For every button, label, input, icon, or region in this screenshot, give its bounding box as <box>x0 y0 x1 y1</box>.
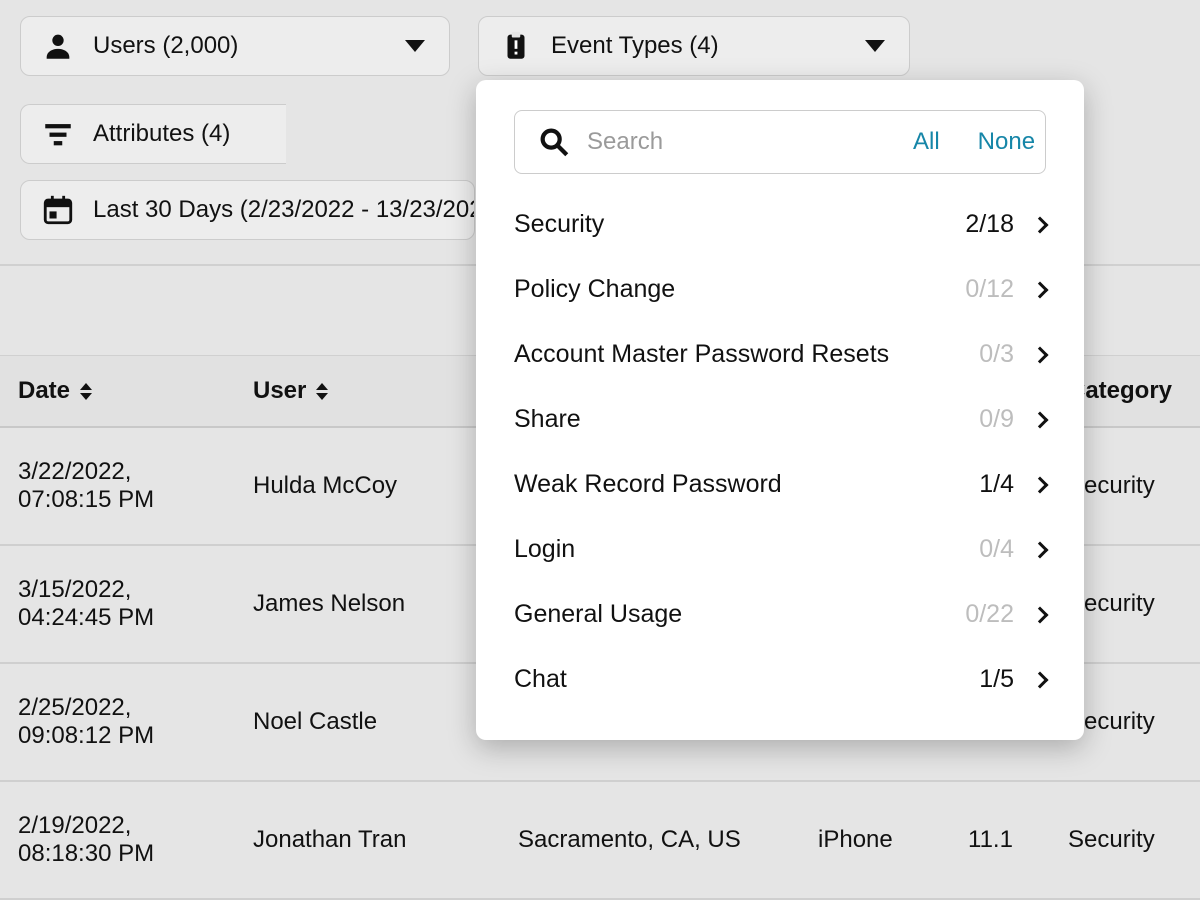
cell-category: Security <box>1050 826 1200 854</box>
filter-icon <box>41 117 75 151</box>
dropdown-option[interactable]: Chat1/5 <box>476 647 1084 712</box>
users-filter[interactable]: Users (2,000) <box>20 16 450 76</box>
user-icon <box>41 29 75 63</box>
col-header-date-label: Date <box>18 377 70 405</box>
cell-location: Sacramento, CA, US <box>500 826 800 854</box>
cell-user: Noel Castle <box>235 708 500 736</box>
table-row[interactable]: 2/19/2022,08:18:30 PMJonathan TranSacram… <box>0 782 1200 900</box>
date-range-filter[interactable]: Last 30 Days (2/23/2022 - 13/23/2022) <box>20 180 475 240</box>
dropdown-option-count: 0/12 <box>965 275 1014 304</box>
sort-icon <box>316 383 328 400</box>
cell-user: Jonathan Tran <box>235 826 500 854</box>
dropdown-option[interactable]: Login0/4 <box>476 517 1084 582</box>
chevron-right-icon <box>1032 281 1049 298</box>
dropdown-option-label: Account Master Password Resets <box>514 340 979 369</box>
dropdown-option-count: 0/4 <box>979 535 1014 564</box>
event-types-filter[interactable]: Event Types (4) <box>478 16 910 76</box>
cell-user: James Nelson <box>235 590 500 618</box>
chevron-right-icon <box>1032 346 1049 363</box>
col-header-user-label: User <box>253 377 306 405</box>
chevron-right-icon <box>1032 671 1049 688</box>
dropdown-option-count: 1/5 <box>979 665 1014 694</box>
dropdown-option-label: Login <box>514 535 979 564</box>
dropdown-option-count: 2/18 <box>965 210 1014 239</box>
chevron-right-icon <box>1032 606 1049 623</box>
dropdown-select-none[interactable]: None <box>978 128 1035 156</box>
cell-date: 2/19/2022,08:18:30 PM <box>0 812 235 868</box>
users-filter-label: Users (2,000) <box>93 32 387 60</box>
chevron-right-icon <box>1032 541 1049 558</box>
cell-user: Hulda McCoy <box>235 472 500 500</box>
cell-date: 2/25/2022,09:08:12 PM <box>0 694 235 750</box>
dropdown-option[interactable]: Share0/9 <box>476 387 1084 452</box>
sort-icon <box>80 383 92 400</box>
dropdown-option-label: Share <box>514 405 979 434</box>
dropdown-option-count: 0/9 <box>979 405 1014 434</box>
dropdown-option-count: 1/4 <box>979 470 1014 499</box>
dropdown-option[interactable]: Weak Record Password1/4 <box>476 452 1084 517</box>
chevron-down-icon <box>405 40 425 52</box>
dropdown-option-count: 0/3 <box>979 340 1014 369</box>
dropdown-option[interactable]: Security2/18 <box>476 192 1084 257</box>
dropdown-option[interactable]: Account Master Password Resets0/3 <box>476 322 1084 387</box>
calendar-icon <box>41 193 75 227</box>
cell-date: 3/15/2022,04:24:45 PM <box>0 576 235 632</box>
search-icon <box>537 125 571 159</box>
cell-date: 3/22/2022,07:08:15 PM <box>0 458 235 514</box>
dropdown-option-label: Policy Change <box>514 275 965 304</box>
col-header-user[interactable]: User <box>235 377 500 405</box>
dropdown-option[interactable]: Policy Change0/12 <box>476 257 1084 322</box>
chevron-right-icon <box>1032 411 1049 428</box>
event-types-dropdown: All None Security2/18Policy Change0/12Ac… <box>476 80 1084 740</box>
dropdown-option-label: General Usage <box>514 600 965 629</box>
attributes-filter[interactable]: Attributes (4) <box>20 104 286 164</box>
cell-version: 11.1 <box>950 826 1050 854</box>
dropdown-search-row: All None <box>514 110 1046 174</box>
date-range-label: Last 30 Days (2/23/2022 - 13/23/2022) <box>93 196 475 224</box>
chevron-right-icon <box>1032 216 1049 233</box>
dropdown-option-count: 0/22 <box>965 600 1014 629</box>
cell-device: iPhone <box>800 826 950 854</box>
attributes-filter-label: Attributes (4) <box>93 120 262 148</box>
event-types-filter-label: Event Types (4) <box>551 32 847 60</box>
dropdown-option-label: Weak Record Password <box>514 470 979 499</box>
dropdown-select-all[interactable]: All <box>913 128 940 156</box>
chevron-right-icon <box>1032 476 1049 493</box>
dropdown-option-label: Security <box>514 210 965 239</box>
col-header-date[interactable]: Date <box>0 377 235 405</box>
clipboard-alert-icon <box>499 29 533 63</box>
dropdown-search-input[interactable] <box>587 128 897 156</box>
dropdown-option[interactable]: General Usage0/22 <box>476 582 1084 647</box>
chevron-down-icon <box>865 40 885 52</box>
dropdown-option-label: Chat <box>514 665 979 694</box>
